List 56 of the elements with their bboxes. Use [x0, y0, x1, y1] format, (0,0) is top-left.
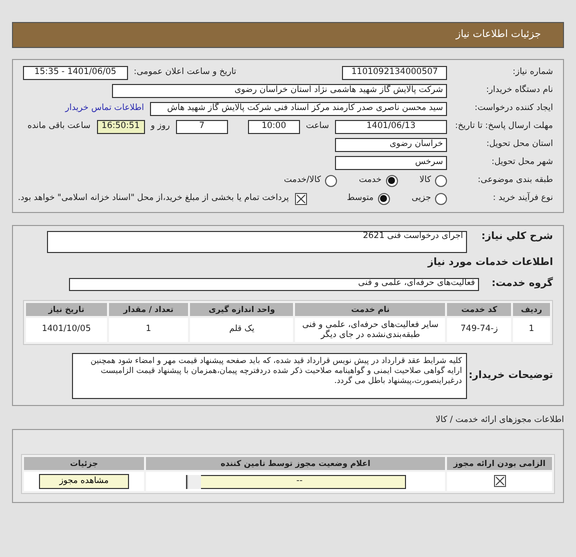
column-header: ردیف [512, 302, 550, 316]
column-header: جزئیات [24, 456, 144, 470]
notes-field: کلیه شرایط عقد قرارداد در پیش نویس قرارداد قید شده، که باید صفحه پیشنهاد قیمت مهر و امضاء شود همچنین ارایه گواهی صلاحیت ایمنی و گواهینامه صلاحیت ذکر شده دردفترچه پیمان،همزمان با پیشنهاد قیمت الزامیست درغیراینصورت،پیشنهاد باطل می گردد. [72, 353, 467, 400]
table-cell: 1 [108, 318, 188, 342]
column-header: تعداد / مقدار [108, 302, 188, 316]
column-header: اعلام وضعیت مجوز توسط تامین کننده [146, 456, 445, 470]
field-label: استان محل تحویل: [485, 140, 553, 150]
checkbox[interactable] [294, 192, 307, 204]
radio-option[interactable]: کالا/خدمت [284, 174, 337, 186]
deadline-date-field: 1401/06/13 [335, 120, 447, 134]
section-title: اطلاعات مجوزهای ارائه خدمت / کالا [434, 416, 564, 426]
field-label: گروه خدمت: [490, 278, 553, 290]
buyer-field: شرکت پالایش گاز شهید هاشمی نژاد استان خراسان رضوی [112, 84, 447, 98]
remaining-time: 16:50:51 [96, 120, 145, 134]
status-select[interactable]: -- [186, 474, 406, 489]
deadline-time-field: 10:00 [248, 120, 300, 134]
payment-label: پرداخت تمام یا بخشی از مبلغ خرید،از محل "اسناد خزانه اسلامی" خواهد بود. [18, 194, 289, 204]
radio-option[interactable]: متوسط [346, 192, 390, 204]
province-field: خراسان رضوی [335, 138, 447, 152]
field-label: شرح کلي نیاز: [480, 231, 553, 242]
days-field: 7 [176, 120, 228, 134]
field-label: روز و [150, 122, 170, 132]
service-group-field: فعالیت‌های حرفه‌ای، علمی و فنی [69, 278, 479, 290]
field-label: نوع فرآیند خرید : [492, 194, 553, 204]
table-cell: سایر فعالیت‌های حرفه‌ای، علمی و فنی طبقه‌بندی‌نشده در جای دیگر [295, 318, 446, 342]
city-field: سرخس [335, 156, 447, 170]
radio-option[interactable]: جزیی [412, 192, 447, 204]
announce-date-field: 1401/06/05 - 15:35 [23, 66, 128, 80]
contact-link[interactable]: اطلاعات تماس خریدار [65, 104, 144, 114]
field-label: نام دستگاه خریدار: [485, 86, 553, 96]
column-header: کد خدمت [447, 302, 511, 316]
radio-option[interactable]: کالا [420, 174, 447, 186]
column-header: تاریخ نیاز [26, 302, 107, 316]
column-header: نام خدمت [295, 302, 446, 316]
requester-field: سید محسن ناصری صدر کارمند مرکز اسناد فنی شرکت پالایش گاز شهید هاش [150, 102, 447, 116]
section-title: اطلاعات خدمات مورد نیاز [426, 257, 553, 268]
field-label: شهر محل تحویل: [490, 158, 553, 168]
field-label: طبقه بندی موضوعی: [476, 176, 553, 186]
radio-option[interactable]: خدمت [358, 174, 398, 186]
table-cell: 1401/10/05 [26, 318, 107, 342]
page-header: جزئیات اطلاعات نیاز [12, 22, 564, 48]
view-permit-button[interactable]: مشاهده مجوز [39, 474, 129, 490]
table-cell: ز-74-749 [447, 318, 511, 342]
field-label: ایجاد کننده درخواست: [474, 104, 553, 114]
table-cell: یک قلم [190, 318, 294, 342]
column-header: الزامی بودن ارائه مجوز [447, 456, 552, 470]
field-label: شماره نیاز: [512, 68, 553, 78]
field-label: ساعت [306, 122, 329, 132]
field-label: تاریخ و ساعت اعلان عمومی: [134, 68, 236, 78]
summary-field: اجرای درخواست فنی 2621 [47, 231, 467, 253]
need-number-field: 1101092134000507 [342, 66, 447, 80]
field-label: مهلت ارسال پاسخ: تا تاریخ: [454, 122, 553, 132]
checkbox[interactable] [494, 475, 506, 488]
column-header: واحد اندازه گیری [190, 302, 294, 316]
table-cell: 1 [512, 318, 550, 342]
field-label: ساعت باقی مانده [27, 122, 91, 132]
